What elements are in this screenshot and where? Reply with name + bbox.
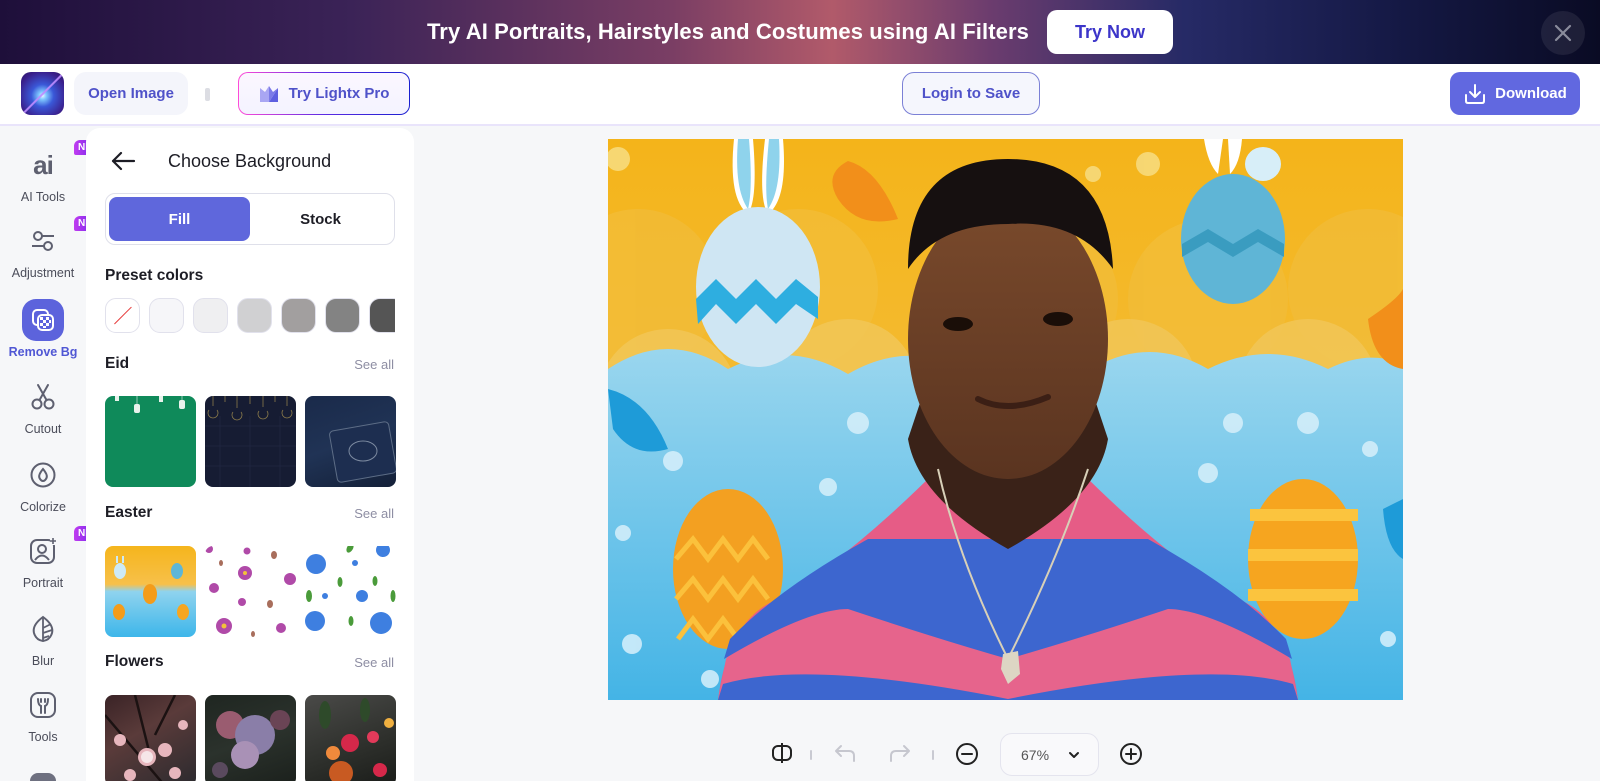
try-now-button[interactable]: Try Now bbox=[1047, 10, 1173, 54]
rail-item-remove-bg[interactable]: Remove Bg bbox=[0, 299, 86, 375]
lightx-logo-icon[interactable] bbox=[21, 72, 64, 115]
close-icon bbox=[1554, 24, 1572, 42]
zoom-in-icon bbox=[1120, 743, 1142, 765]
zoom-in-button[interactable] bbox=[1118, 741, 1144, 767]
tab-stock[interactable]: Stock bbox=[250, 197, 391, 241]
panel-title: Choose Background bbox=[168, 150, 332, 171]
easter-thumbs bbox=[105, 546, 397, 638]
bg-thumb-eid-quran[interactable] bbox=[305, 396, 396, 487]
rail-more-icon bbox=[30, 773, 56, 781]
scissors-icon bbox=[22, 376, 64, 418]
panel-header: Choose Background bbox=[110, 150, 331, 172]
zoom-out-icon bbox=[956, 743, 978, 765]
eid-thumbs bbox=[105, 396, 397, 488]
section-title-flowers: Flowers bbox=[105, 653, 164, 670]
promo-text: Try AI Portraits, Hairstyles and Costume… bbox=[426, 19, 1029, 44]
rail-label: Blur bbox=[31, 654, 55, 668]
open-image-button[interactable]: Open Image bbox=[74, 72, 188, 115]
color-swatch[interactable] bbox=[281, 298, 316, 333]
bg-thumb-hydrangea[interactable] bbox=[205, 695, 296, 781]
color-swatch[interactable] bbox=[149, 298, 184, 333]
choose-background-panel: Choose Background Fill Stock Preset colo… bbox=[86, 128, 414, 781]
download-icon bbox=[1465, 83, 1486, 104]
header-divider bbox=[205, 88, 210, 101]
leaf-icon bbox=[22, 608, 64, 650]
section-title-eid: Eid bbox=[105, 355, 130, 372]
section-title-easter: Easter bbox=[105, 504, 153, 521]
top-header: Open Image Try Lightx Pro Login to Save … bbox=[0, 64, 1600, 126]
rail-label: Portrait bbox=[22, 576, 64, 590]
redo-button[interactable] bbox=[887, 741, 913, 765]
pro-crown-icon bbox=[259, 85, 278, 102]
color-swatch[interactable] bbox=[193, 298, 228, 333]
flowers-thumbs bbox=[105, 695, 397, 781]
bg-thumb-easter-eggs[interactable] bbox=[105, 546, 196, 637]
bg-thumb-blue-flowers[interactable] bbox=[305, 546, 396, 637]
color-swatch[interactable] bbox=[369, 298, 395, 333]
bg-thumb-eid-navy[interactable] bbox=[205, 396, 296, 487]
color-swatch[interactable] bbox=[237, 298, 272, 333]
color-swatch[interactable] bbox=[325, 298, 360, 333]
rail-label: Adjustment bbox=[11, 266, 75, 280]
rail-item-portrait[interactable]: NEW Portrait bbox=[0, 526, 106, 606]
promo-close-button[interactable] bbox=[1541, 11, 1585, 55]
download-label: Download bbox=[1495, 85, 1567, 102]
see-all-flowers[interactable]: See all bbox=[354, 655, 394, 670]
rail-label: Tools bbox=[28, 730, 58, 744]
see-all-eid[interactable]: See all bbox=[354, 357, 394, 372]
bg-thumb-purple-flowers[interactable] bbox=[205, 546, 296, 637]
undo-button[interactable] bbox=[832, 741, 858, 765]
chevron-down-icon bbox=[1069, 752, 1079, 758]
droplet-icon bbox=[22, 454, 64, 496]
rail-item-blur[interactable]: Blur bbox=[0, 608, 86, 684]
remove-bg-icon bbox=[22, 299, 64, 341]
zoom-level-select[interactable]: 67% bbox=[1000, 733, 1099, 776]
rail-label: Cutout bbox=[24, 422, 62, 436]
try-pro-label: Try Lightx Pro bbox=[288, 85, 390, 102]
tool-rail: ai NEW AI Tools NEW Adjustment Remove Bg… bbox=[0, 128, 106, 781]
preset-colors-title: Preset colors bbox=[105, 267, 204, 284]
rail-item-ai-tools[interactable]: ai NEW AI Tools bbox=[0, 140, 106, 220]
tab-fill[interactable]: Fill bbox=[109, 197, 250, 241]
back-button[interactable] bbox=[110, 150, 140, 172]
redo-icon bbox=[890, 745, 910, 762]
zoom-out-button[interactable] bbox=[954, 741, 980, 767]
bg-thumb-cherry-blossom[interactable] bbox=[105, 695, 196, 781]
rail-item-adjustment[interactable]: NEW Adjustment bbox=[0, 216, 106, 296]
login-to-save-button[interactable]: Login to Save bbox=[902, 72, 1040, 115]
compare-icon bbox=[772, 743, 792, 763]
bg-thumb-eid-green[interactable] bbox=[105, 396, 196, 487]
wrench-icon bbox=[22, 684, 64, 726]
download-button[interactable]: Download bbox=[1450, 72, 1580, 115]
undo-icon bbox=[835, 745, 855, 762]
portrait-icon: NEW bbox=[22, 526, 106, 572]
see-all-easter[interactable]: See all bbox=[354, 506, 394, 521]
zoom-level-value: 67% bbox=[1021, 746, 1050, 763]
bg-thumb-roses[interactable] bbox=[305, 695, 396, 781]
toolbar-divider bbox=[932, 750, 934, 760]
sliders-icon: NEW bbox=[22, 216, 106, 262]
try-pro-button[interactable]: Try Lightx Pro bbox=[238, 72, 410, 115]
rail-item-tools[interactable]: Tools bbox=[0, 684, 86, 760]
rail-label: AI Tools bbox=[20, 190, 66, 204]
rail-label: Colorize bbox=[20, 500, 66, 514]
rail-item-colorize[interactable]: Colorize bbox=[0, 454, 86, 530]
arrow-left-icon bbox=[111, 151, 136, 171]
swatch-none[interactable] bbox=[105, 298, 140, 333]
preset-color-list bbox=[105, 298, 395, 334]
edited-photo[interactable] bbox=[608, 139, 1403, 700]
ai-icon: ai NEW bbox=[22, 140, 106, 186]
promo-banner: Try AI Portraits, Hairstyles and Costume… bbox=[0, 0, 1600, 64]
rail-label: Remove Bg bbox=[8, 345, 78, 359]
rail-item-cutout[interactable]: Cutout bbox=[0, 376, 86, 452]
easter-background-illustration bbox=[608, 139, 1403, 700]
compare-button[interactable] bbox=[770, 741, 794, 765]
fill-stock-toggle: Fill Stock bbox=[105, 193, 395, 245]
toolbar-divider bbox=[810, 750, 812, 760]
